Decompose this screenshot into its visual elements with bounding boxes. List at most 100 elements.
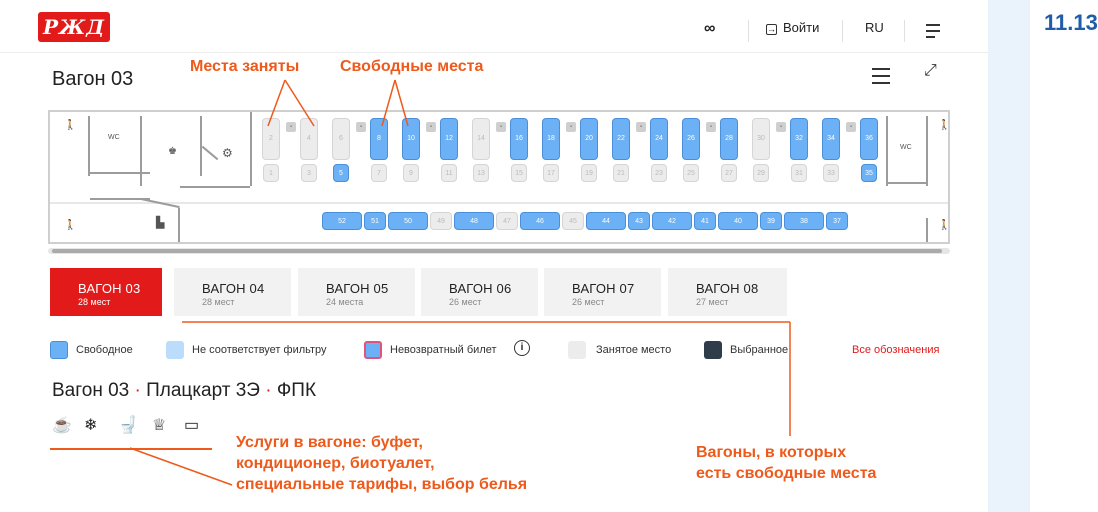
seat-22[interactable]: 22 [612,118,630,160]
tab-name: ВАГОН 07 [572,281,635,296]
menu-icon[interactable] [926,24,940,38]
seat-34[interactable]: 34 [822,118,840,160]
seat-10[interactable]: 10 [402,118,420,160]
wc-right-label: WC [900,144,912,151]
conductor-icon: ♚ [168,146,177,157]
seat-13[interactable]: 13 [473,164,489,182]
seat-7[interactable]: 7 [371,164,387,182]
tab-name: ВАГОН 08 [696,281,759,296]
seat-47[interactable]: 47 [496,212,518,230]
seat-31[interactable]: 31 [791,164,807,182]
legend-free-swatch [50,341,68,359]
annotation-occupied: Места заняты [190,58,300,75]
seat-44[interactable]: 44 [586,212,626,230]
expand-icon[interactable]: ⤢ [924,62,937,80]
exit-right-icon: 🚶 [938,120,951,131]
accessibility-glasses-icon[interactable]: ∞ [704,20,715,38]
seat-18[interactable]: 18 [542,118,560,160]
seat-19[interactable]: 19 [581,164,597,182]
seat-36[interactable]: 36 [860,118,878,160]
seat-23[interactable]: 23 [651,164,667,182]
seat-28[interactable]: 28 [720,118,738,160]
seat-8[interactable]: 8 [370,118,388,160]
seat-17[interactable]: 17 [543,164,559,182]
list-view-icon[interactable] [872,68,890,84]
seat-20[interactable]: 20 [580,118,598,160]
tab-name: ВАГОН 03 [78,281,141,296]
seat-52[interactable]: 52 [322,212,362,230]
seat-43[interactable]: 43 [628,212,650,230]
seat-12[interactable]: 12 [440,118,458,160]
seat-6[interactable]: 6 [332,118,350,160]
login-button[interactable]: → Войти [766,20,819,35]
tab-wagon-08[interactable]: ВАГОН 08 27 мест [668,268,787,316]
exit-right-bottom-icon: 🚶 [938,220,951,231]
annotation-free: Свободные места [340,58,484,75]
seat-37[interactable]: 37 [826,212,848,230]
seat-48[interactable]: 48 [454,212,494,230]
login-icon: → [766,24,777,35]
table-icon: ▪ [846,122,856,132]
seat-11[interactable]: 11 [441,164,457,182]
seat-38[interactable]: 38 [784,212,824,230]
tab-name: ВАГОН 05 [326,281,389,296]
seat-26[interactable]: 26 [682,118,700,160]
tab-seats: 26 мест [572,297,605,307]
legend-not-matching: Не соответствует фильтру [192,344,327,356]
language-selector[interactable]: RU [865,20,884,35]
wagon-subtitle: Вагон 03 · Плацкарт 3Э · ФПК [52,380,316,402]
tab-seats: 24 места [326,297,364,307]
seat-3[interactable]: 3 [301,164,317,182]
seat-15[interactable]: 15 [511,164,527,182]
special-tariff-icon: ♕ [152,417,167,434]
rzd-logo[interactable]: РЖД [38,12,110,42]
seat-33[interactable]: 33 [823,164,839,182]
legend-filter-swatch [166,341,184,359]
seat-27[interactable]: 27 [721,164,737,182]
map-scrollbar-thumb[interactable] [52,249,942,253]
seat-39[interactable]: 39 [760,212,782,230]
seat-5[interactable]: 5 [333,164,349,182]
tab-name: ВАГОН 04 [202,281,265,296]
all-legend-link[interactable]: Все обозначения [852,344,939,356]
seat-14[interactable]: 14 [472,118,490,160]
seat-1[interactable]: 1 [263,164,279,182]
seat-35[interactable]: 35 [861,164,877,182]
seat-25[interactable]: 25 [683,164,699,182]
seat-16[interactable]: 16 [510,118,528,160]
toilet-icon: 🚽 [118,417,138,434]
table-icon: ▪ [426,122,436,132]
seat-45[interactable]: 45 [562,212,584,230]
seat-46[interactable]: 46 [520,212,560,230]
tab-wagon-04[interactable]: ВАГОН 04 28 мест [174,268,291,316]
seat-21[interactable]: 21 [613,164,629,182]
snowflake-icon: ❄ [84,417,98,434]
seat-29[interactable]: 29 [753,164,769,182]
tab-wagon-07[interactable]: ВАГОН 07 26 мест [544,268,661,316]
seat-51[interactable]: 51 [364,212,386,230]
tab-wagon-06[interactable]: ВАГОН 06 26 мест [421,268,538,316]
seat-24[interactable]: 24 [650,118,668,160]
seat-32[interactable]: 32 [790,118,808,160]
info-icon[interactable]: i [514,340,530,356]
tab-wagon-03[interactable]: ВАГОН 03 28 мест [50,268,162,316]
table-icon: ▪ [286,122,296,132]
table-icon: ▪ [776,122,786,132]
legend-non-refundable: Невозвратный билет [390,344,497,356]
seat-42[interactable]: 42 [652,212,692,230]
exit-left-bottom-icon: 🚶 [64,220,77,231]
seat-9[interactable]: 9 [403,164,419,182]
seat-50[interactable]: 50 [388,212,428,230]
wc-left-label: WC [108,134,120,141]
table-icon: ▪ [566,122,576,132]
seat-4[interactable]: 4 [300,118,318,160]
subtitle-class: Плацкарт 3Э [146,380,260,401]
seat-41[interactable]: 41 [694,212,716,230]
tab-wagon-05[interactable]: ВАГОН 05 24 места [298,268,415,316]
page-number: 11.13 [1044,10,1098,35]
seat-30[interactable]: 30 [752,118,770,160]
seat-2[interactable]: 2 [262,118,280,160]
seat-40[interactable]: 40 [718,212,758,230]
legend-nonrefund-swatch [364,341,382,359]
seat-49[interactable]: 49 [430,212,452,230]
